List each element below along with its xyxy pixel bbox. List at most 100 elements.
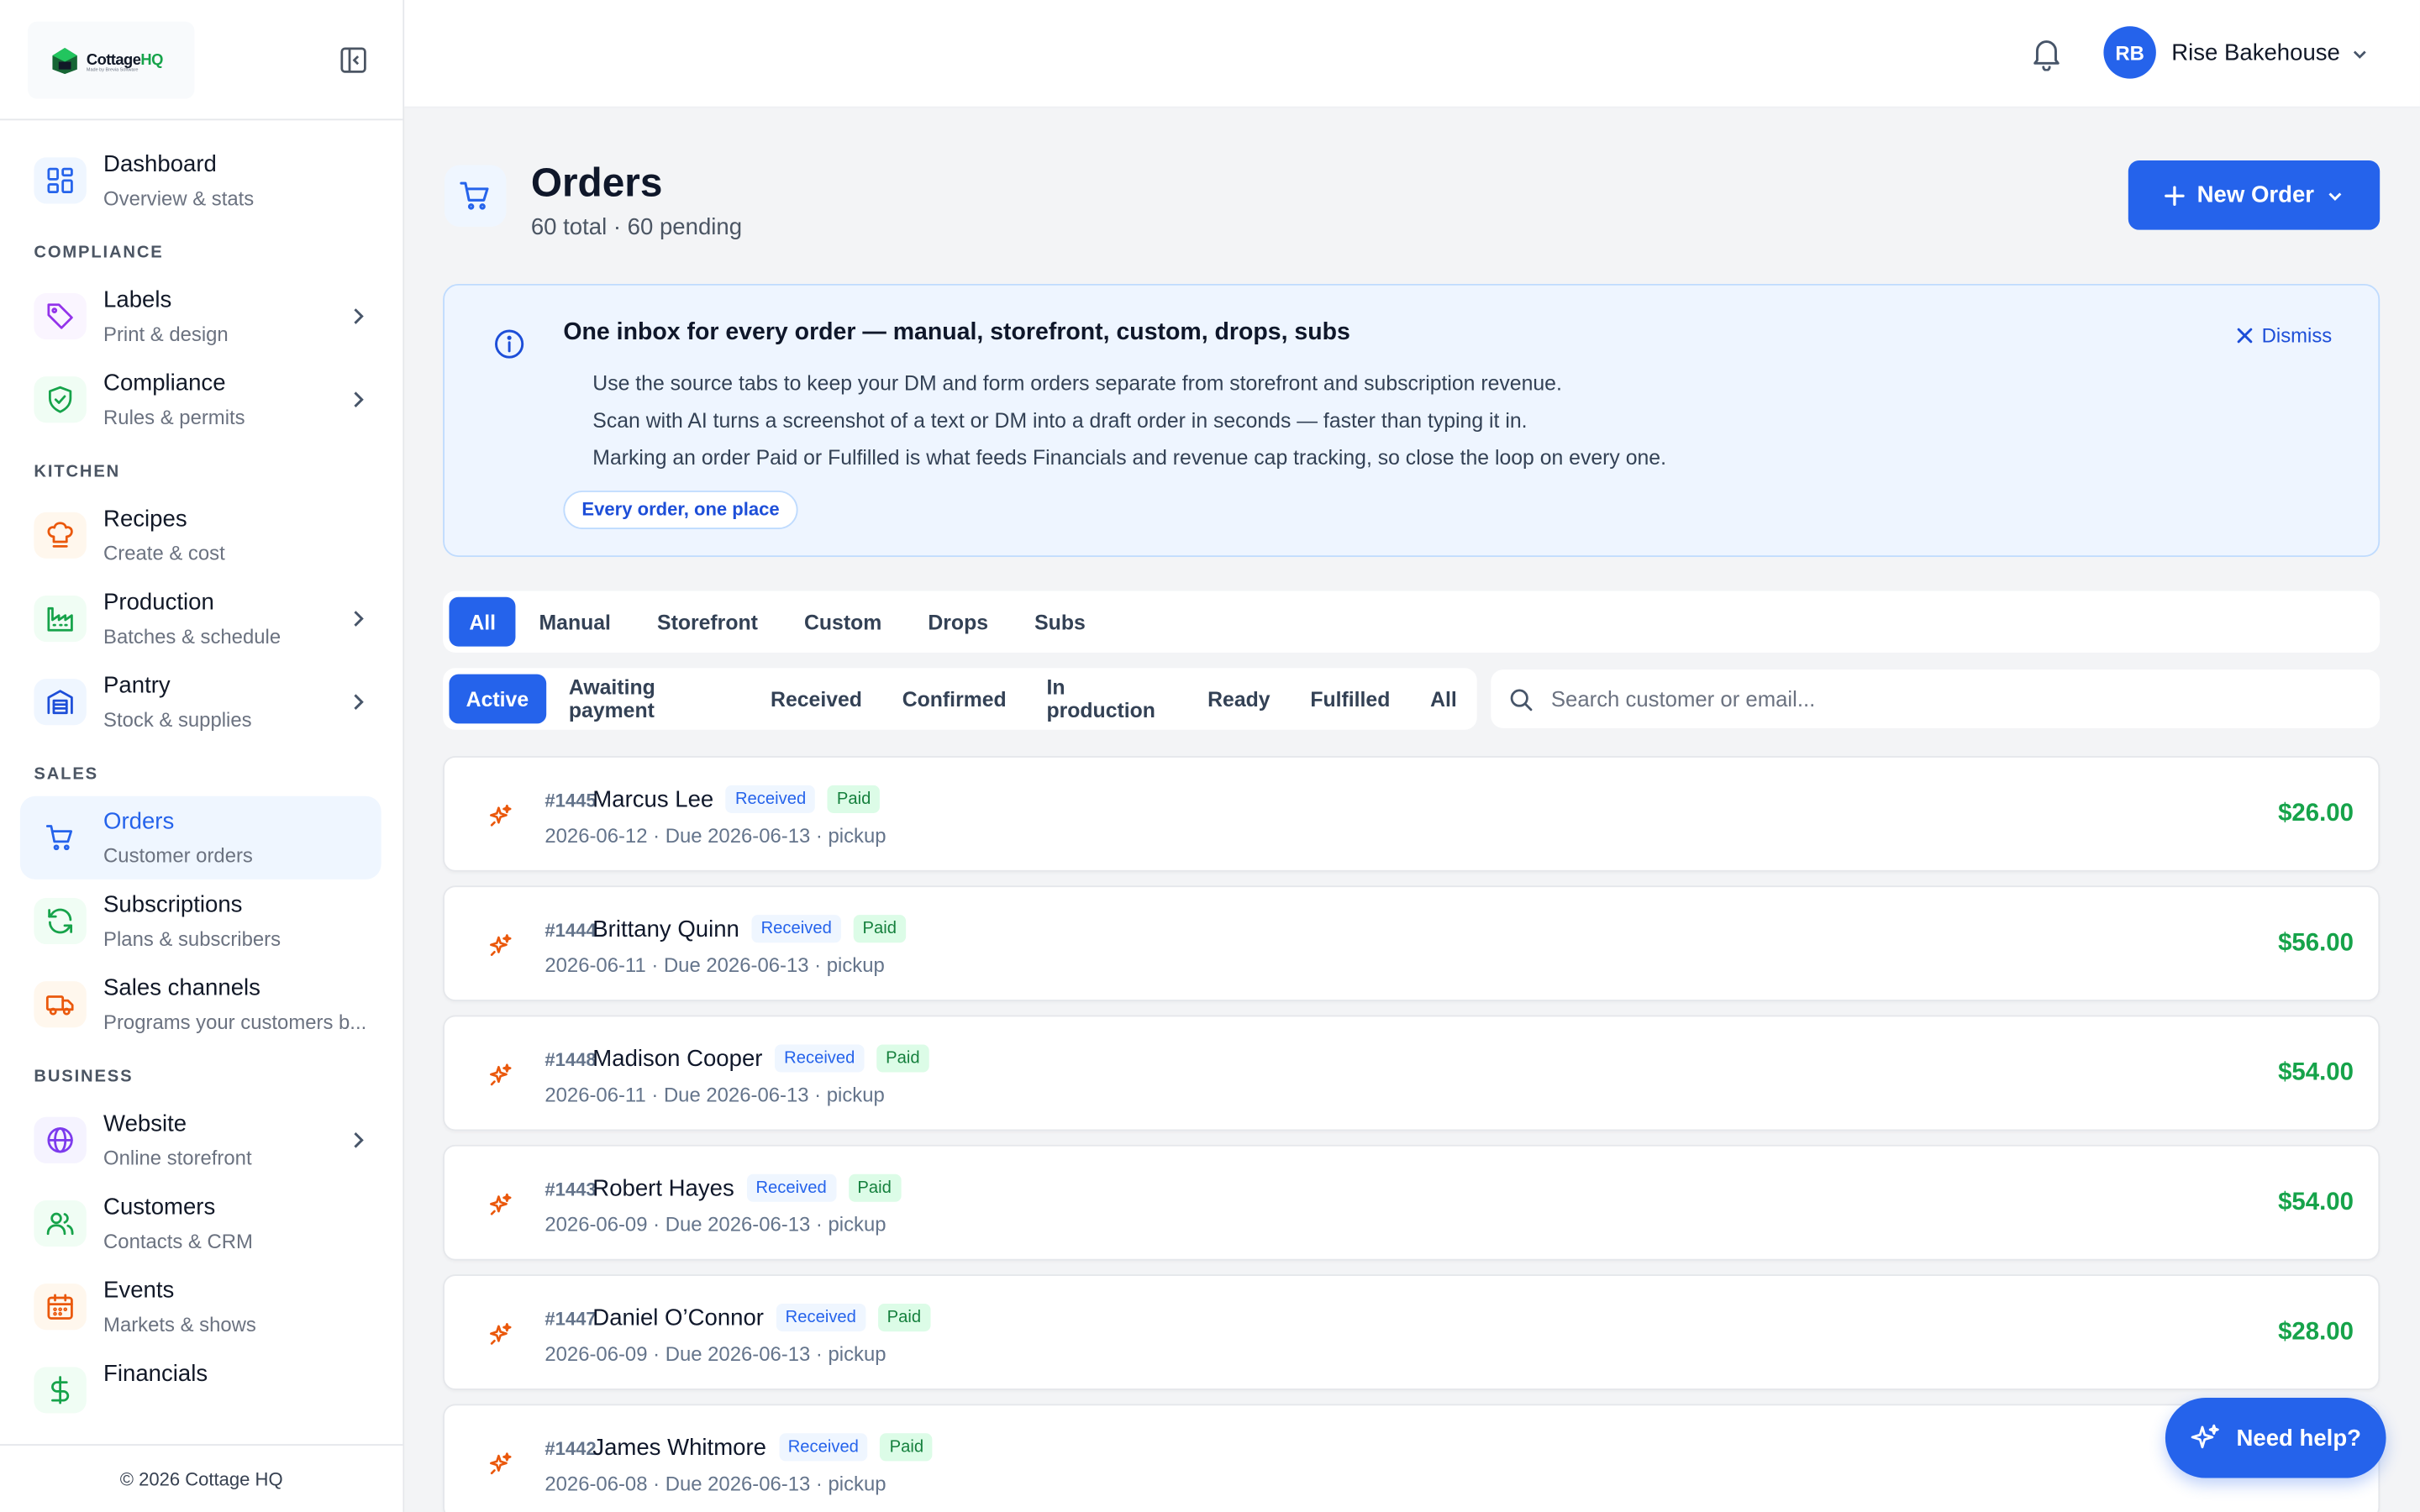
- order-customer: James Whitmore Received Paid: [592, 1433, 934, 1462]
- need-help-button[interactable]: Need help?: [2165, 1398, 2386, 1478]
- sidebar-item-subscriptions[interactable]: Subscriptions Plans & subscribers: [20, 879, 381, 963]
- sidebar-item-label: Compliance: [103, 370, 226, 397]
- sidebar-item-pantry[interactable]: Pantry Stock & supplies: [20, 660, 381, 743]
- status-tabs: Active Awaiting payment Received Confirmed I…: [443, 668, 1477, 730]
- order-meta: 2026-06-11 · Due 2026-06-13 · pickup: [544, 1083, 885, 1106]
- sidebar-item-text: Labels Print & design: [103, 287, 229, 346]
- avatar[interactable]: RB: [2103, 26, 2156, 79]
- chevron-right-icon: [347, 608, 369, 630]
- page-subtitle: 60 total · 60 pending: [530, 214, 743, 241]
- tab-source-subs[interactable]: Subs: [1012, 597, 1109, 647]
- order-row[interactable]: #1442 James Whitmore Received Paid 2026-06-0…: [443, 1404, 2381, 1512]
- tab-source-storefront[interactable]: Storefront: [634, 597, 781, 647]
- collapse-sidebar-icon[interactable]: [339, 46, 367, 74]
- sidebar-item-subtitle: Rules & permits: [103, 406, 245, 429]
- order-amount: $54.00: [2278, 1059, 2354, 1087]
- main-content: Orders 60 total · 60 pending New Order O…: [404, 108, 2420, 1512]
- tab-status-active[interactable]: Active: [449, 674, 546, 724]
- order-customer: Daniel O’Connor Received Paid: [592, 1304, 931, 1332]
- sidebar-item-events[interactable]: Events Markets & shows: [20, 1265, 381, 1348]
- tab-status-awaiting-payment[interactable]: Awaiting payment: [549, 675, 750, 724]
- sidebar-item-label: Orders: [103, 808, 175, 835]
- new-order-button[interactable]: New Order: [2128, 160, 2381, 230]
- order-row[interactable]: #1445 Marcus Lee Received Paid 2026-06-12 · …: [443, 755, 2381, 872]
- order-number: #1444: [544, 919, 597, 942]
- sidebar-item-label: Website: [103, 1110, 187, 1137]
- refresh-icon: [34, 897, 87, 945]
- tab-source-manual[interactable]: Manual: [516, 597, 634, 647]
- order-amount: $28.00: [2278, 1319, 2354, 1346]
- truck-icon: [34, 981, 87, 1028]
- sidebar-nav: Dashboard Overview & stats COMPLIANCE Label…: [0, 120, 402, 1431]
- chevron-right-icon: [347, 691, 369, 713]
- chevron-right-icon: [347, 306, 369, 328]
- bell-icon[interactable]: [2031, 37, 2062, 71]
- sidebar-item-sales-channels[interactable]: Sales channels Programs your customers b.…: [20, 963, 381, 1046]
- tab-status-confirmed[interactable]: Confirmed: [882, 675, 1027, 724]
- order-row[interactable]: #1444 Brittany Quinn Received Paid 2026-06-1…: [443, 885, 2381, 1002]
- sidebar-item-subtitle: Create & cost: [103, 541, 225, 565]
- tab-status-ready[interactable]: Ready: [1187, 675, 1290, 724]
- warehouse-icon: [34, 679, 87, 726]
- sidebar-item-production[interactable]: Production Batches & schedule: [20, 577, 381, 660]
- tab-source-drops[interactable]: Drops: [905, 597, 1012, 647]
- tab-status-fulfilled[interactable]: Fulfilled: [1290, 675, 1410, 724]
- order-row[interactable]: #1447 Daniel O’Connor Received Paid 2026-06-…: [443, 1274, 2381, 1390]
- tab-source-all[interactable]: All: [449, 596, 516, 647]
- sidebar-item-text: Financials: [103, 1361, 208, 1389]
- sidebar-item-subtitle: Batches & schedule: [103, 624, 281, 648]
- payment-badge: Paid: [880, 1433, 934, 1462]
- order-number: #1445: [544, 790, 597, 812]
- dismiss-button[interactable]: Dismiss: [2235, 323, 2333, 348]
- dismiss-label: Dismiss: [2261, 323, 2333, 348]
- payment-badge: Paid: [876, 1044, 929, 1073]
- sidebar-item-label: Recipes: [103, 506, 187, 533]
- sidebar-item-orders[interactable]: Orders Customer orders: [19, 795, 381, 879]
- order-number: #1448: [544, 1048, 597, 1071]
- status-badge: Received: [775, 1044, 865, 1073]
- search-box[interactable]: [1491, 669, 2381, 728]
- sidebar-item-text: Subscriptions Plans & subscribers: [103, 892, 281, 951]
- order-amount: $26.00: [2278, 801, 2354, 827]
- banner-title: One inbox for every order — manual, stor…: [563, 319, 1350, 346]
- users-icon: [34, 1200, 87, 1247]
- banner-lines: Use the source tabs to keep your DM and …: [592, 365, 1666, 476]
- dollar-icon: [34, 1367, 87, 1414]
- sidebar-item-labels[interactable]: Labels Print & design: [20, 275, 381, 358]
- sparkle-icon: [487, 1062, 514, 1089]
- chevron-down-icon[interactable]: [2350, 45, 2369, 63]
- customer-name: Robert Hayes: [592, 1174, 734, 1201]
- order-number: #1443: [544, 1179, 597, 1200]
- sidebar-item-recipes[interactable]: Recipes Create & cost: [20, 494, 381, 577]
- nav-section-title: SALES: [34, 765, 98, 785]
- sidebar-item-subtitle: Customer orders: [103, 843, 253, 868]
- sparkle-icon: [487, 802, 514, 830]
- calendar-icon: [34, 1284, 87, 1331]
- sidebar-item-dashboard[interactable]: Dashboard Overview & stats: [20, 139, 381, 222]
- banner-pill[interactable]: Every order, one place: [563, 491, 798, 529]
- tab-source-custom[interactable]: Custom: [781, 597, 904, 647]
- sidebar-item-text: Sales channels Programs your customers b.…: [103, 975, 366, 1034]
- sidebar-item-label: Labels: [103, 286, 172, 313]
- status-badge: Received: [776, 1304, 865, 1332]
- order-row[interactable]: #1443 Robert Hayes Received Paid 2026-06-09 …: [443, 1144, 2381, 1261]
- nav-section-title: COMPLIANCE: [34, 244, 164, 263]
- sidebar-item-compliance[interactable]: Compliance Rules & permits: [20, 358, 381, 441]
- search-input[interactable]: [1550, 686, 2323, 711]
- sidebar-header: CottageHQ Made by Brevia Software: [0, 0, 403, 121]
- tab-status-in-production[interactable]: In production: [1027, 675, 1188, 724]
- tab-status-received[interactable]: Received: [750, 675, 882, 724]
- order-row[interactable]: #1448 Madison Cooper Received Paid 2026-06-1…: [443, 1015, 2381, 1131]
- sidebar-item-website[interactable]: Website Online storefront: [20, 1099, 381, 1182]
- logo[interactable]: CottageHQ Made by Brevia Software: [28, 21, 195, 99]
- sidebar-item-subtitle: Online storefront: [103, 1146, 252, 1170]
- sparkle-icon: [487, 1191, 514, 1219]
- tab-status-all[interactable]: All: [1410, 675, 1476, 724]
- order-number: #1447: [544, 1308, 597, 1331]
- sidebar-item-customers[interactable]: Customers Contacts & CRM: [20, 1182, 381, 1265]
- sidebar-item-subtitle: Contacts & CRM: [103, 1229, 253, 1253]
- sparkle-icon: [487, 1450, 514, 1478]
- nav-section-title: KITCHEN: [34, 463, 121, 482]
- sidebar-item-financials[interactable]: Financials: [20, 1348, 381, 1431]
- account-name[interactable]: Rise Bakehouse: [2171, 40, 2340, 66]
